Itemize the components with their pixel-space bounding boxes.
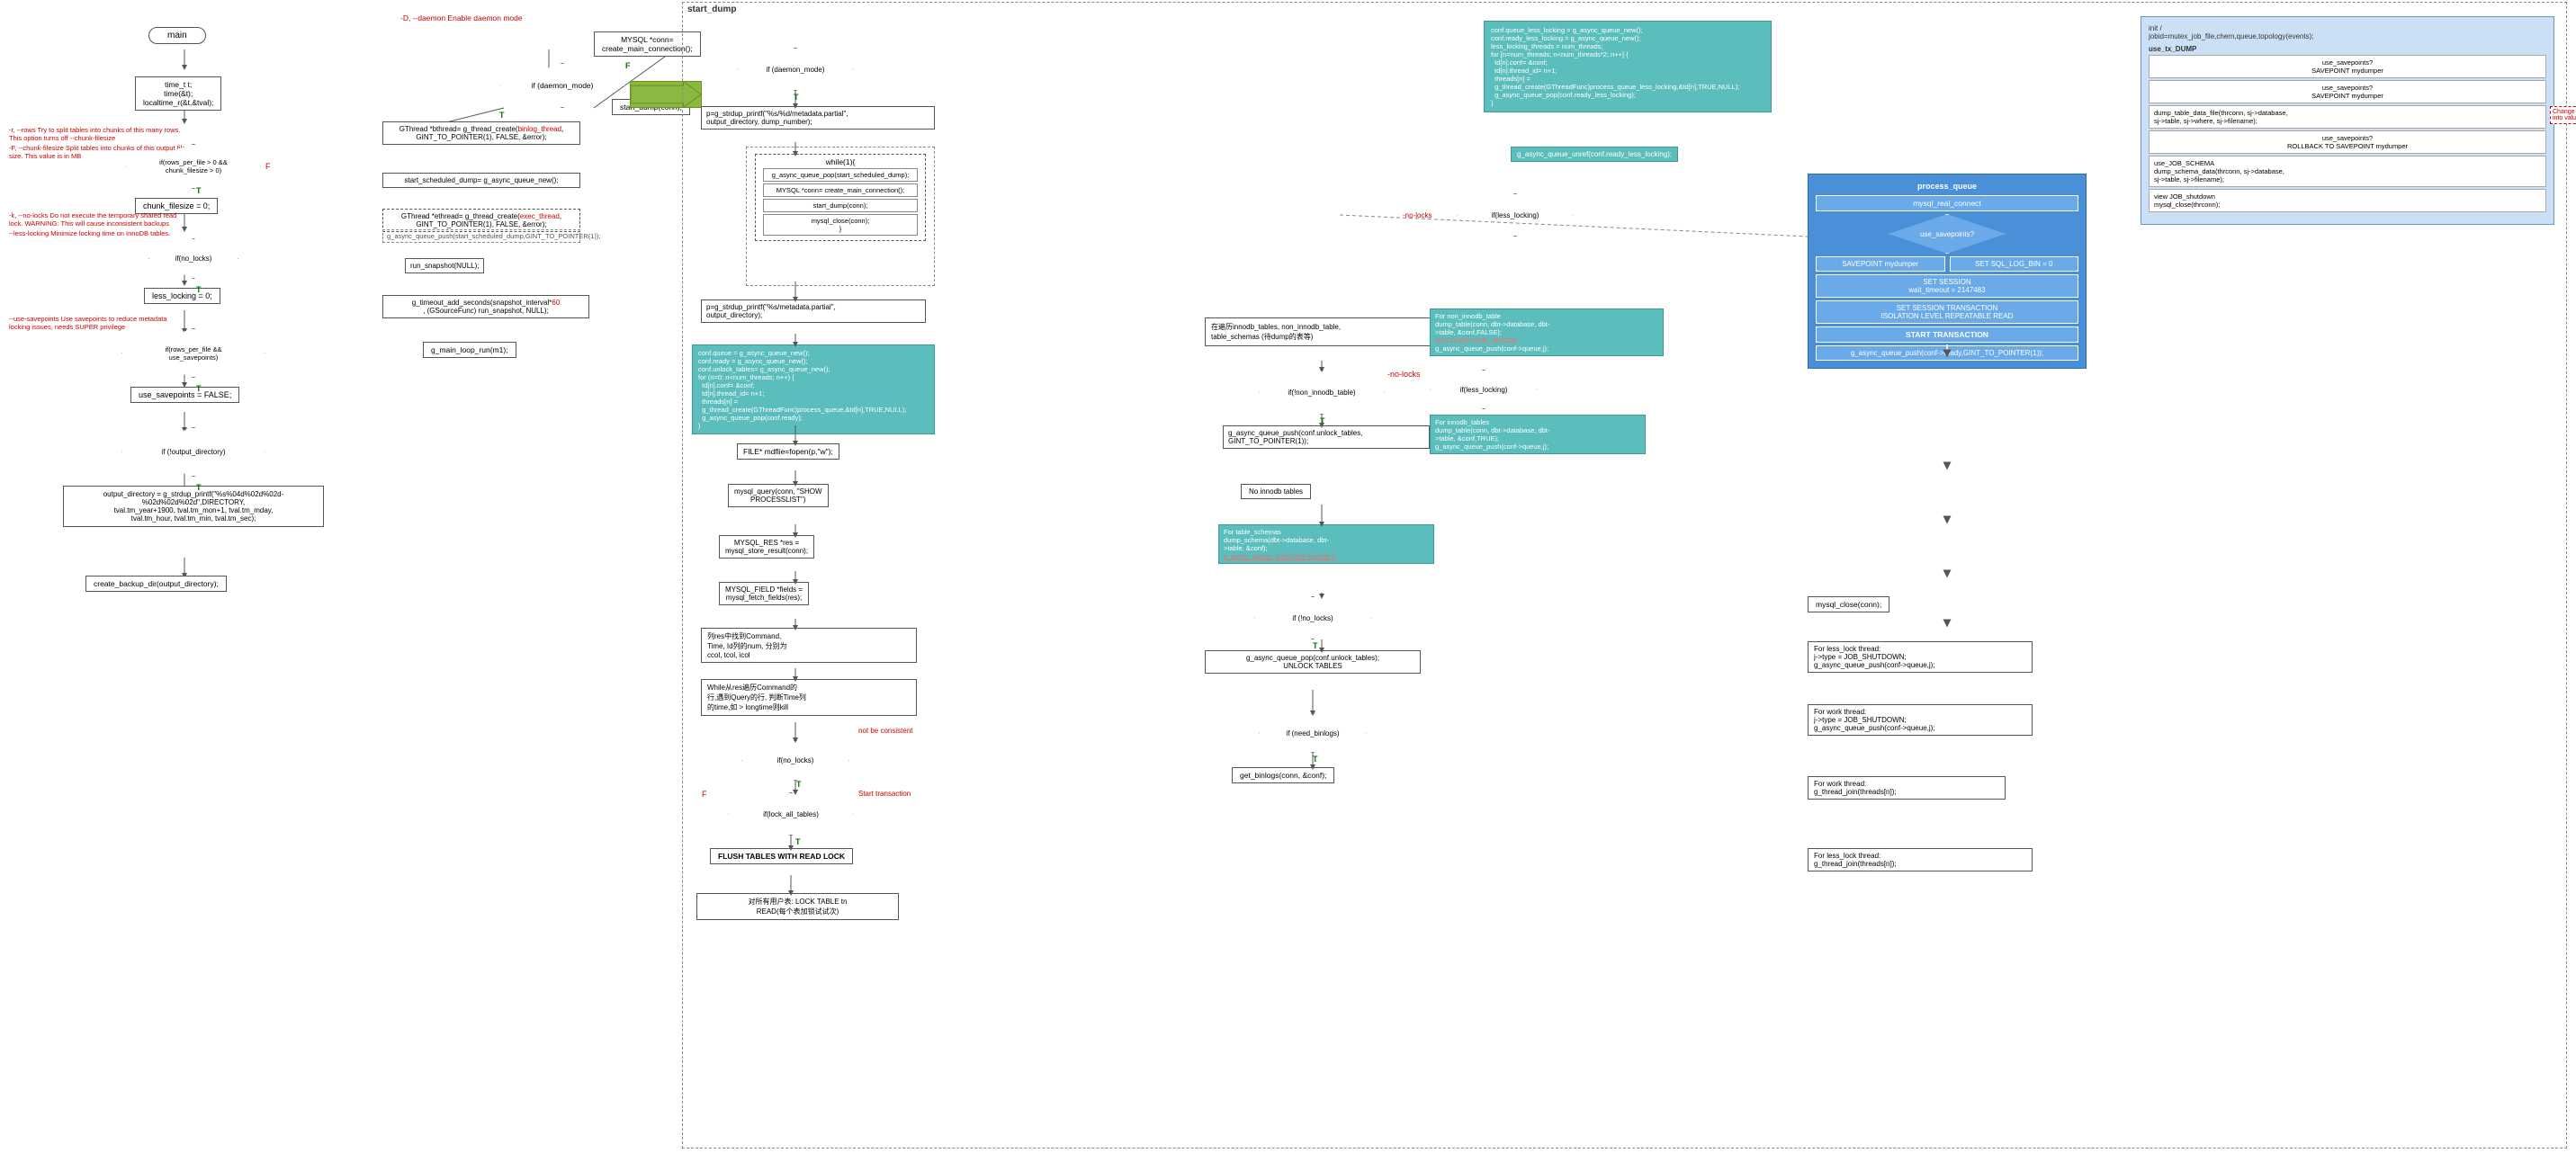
annotation-daemon: -D, --daemon Enable daemon mode bbox=[400, 13, 523, 22]
diamond-less-locking2: if(less_locking) bbox=[1457, 193, 1574, 237]
box-mysql-fields: MYSQL_FIELD *fields =mysql_fetch_fields(… bbox=[719, 582, 809, 605]
diamond-use-savepoints: use_savepoints? bbox=[1889, 214, 2006, 254]
box-panel-savepoints1: use_savepoints?SAVEPOINT mydumper bbox=[2149, 55, 2546, 78]
annotation-no-locks: -k, --no-locks Do not execute the tempor… bbox=[9, 211, 184, 228]
box-mysql-close-right: mysql_close(conn); bbox=[1808, 596, 1889, 612]
box-g-timeout: g_timeout_add_seconds(snapshot_interval*… bbox=[382, 295, 589, 318]
box-use-job-schema: use_JOB_SCHEMA dump_schema_data(thrconn,… bbox=[2149, 156, 2546, 187]
label-start-transaction: Start transaction bbox=[858, 790, 911, 798]
box-while-command: While从res遍历Command的行,遇到Query的行, 判断Time列的… bbox=[701, 679, 917, 716]
label-T-daemon: T bbox=[499, 111, 505, 120]
box-savepoint-mydumper: SAVEPOINT mydumper bbox=[1816, 256, 1945, 272]
box-output-dir-set: output_directory = g_strdup_printf("%s%0… bbox=[63, 486, 324, 527]
diamond-daemon-mode: if (daemon_mode) bbox=[499, 63, 625, 108]
box-while-loop: while(1){ g_async_queue_pop(start_schedu… bbox=[755, 154, 926, 241]
start-dump-label: start_dump bbox=[687, 4, 736, 14]
box-async-push: g_async_queue_push(start_scheduled_dump,… bbox=[382, 229, 580, 243]
label-T-daemon2: T bbox=[794, 93, 799, 102]
label-T-locktables: T bbox=[795, 837, 801, 846]
label-noconsistent: not be consistent bbox=[858, 727, 912, 735]
box-run-snapshot: run_snapshot(NULL); bbox=[405, 258, 484, 273]
box-foreach-innodb: 在遍历innodb_tables, non_innodb_table,table… bbox=[1205, 317, 1439, 346]
box-conf-queue: conf.queue = g_async_queue_new(); conf.r… bbox=[692, 344, 935, 434]
annotation-less-locking: --less-locking Minimize locking time on … bbox=[9, 229, 184, 237]
label-F-non-innodb: -no-locks bbox=[1387, 370, 1421, 379]
label-F-daemon: F bbox=[625, 61, 631, 70]
diamond-no-locks2: if(no_locks) bbox=[741, 740, 849, 781]
box-get-binlogs: get_binlogs(conn, &conf); bbox=[1232, 767, 1334, 783]
label-T-savepoints: T bbox=[196, 384, 202, 393]
box-push-unlock-tables: g_async_queue_push(conf.unlock_tables,GI… bbox=[1223, 425, 1430, 449]
box-g-async-push-ready: g_async_queue_push(conf->ready,GINT_TO_P… bbox=[1816, 345, 2078, 361]
panel-init-label: init / jobid=mutex_job_file,chern,queue,… bbox=[2149, 24, 2546, 40]
box-mdflie: FILE* mdflie=fopen(p,"w"); bbox=[737, 443, 839, 460]
box-use-savepoints-false: use_savepoints = FALSE; bbox=[130, 387, 239, 403]
box-for-innodb: For innodb_tables dump_table(conn, dbt->… bbox=[1430, 415, 1646, 454]
box-while-res: 列res中找到Command,Time, Id列的num, 分别为ccol, t… bbox=[701, 628, 917, 663]
box-panel-savepoints2: use_savepoints?SAVEPOINT mydumper bbox=[2149, 80, 2546, 103]
diamond-no-locks: if(no_locks) bbox=[148, 238, 238, 279]
box-p-strdup-daemon: p=g_strdup_printf("%s/%d/metadata.partia… bbox=[701, 106, 935, 130]
box-show-processlist: mysql_query(conn, "SHOWPROCESSLIST") bbox=[728, 484, 829, 507]
box-unlock-tables: g_async_queue_pop(conf.unlock_tables);UN… bbox=[1205, 650, 1421, 674]
label-F-rows: F bbox=[265, 162, 271, 171]
label-T-binlogs: T bbox=[1313, 755, 1318, 764]
diamond-rows-check: if(rows_per_file > 0 &&chunk_filesize > … bbox=[126, 144, 261, 189]
label-lock-all-F: F bbox=[702, 790, 707, 799]
box-gthread-binlog: GThread *bthread= g_thread_create(binlog… bbox=[382, 121, 580, 145]
diamond-less-locking3: if(less_locking) bbox=[1430, 370, 1538, 409]
diamond-rows-savepoints: if(rows_per_file &&use_savepoints) bbox=[121, 328, 265, 378]
right-section: start_dump if (daemon_mode) T p=g_strdup… bbox=[682, 2, 2567, 1149]
box-g-async-unref: g_async_queue_unref(conf.ready_less_lock… bbox=[1511, 147, 1678, 162]
label-T-no-locks3: T bbox=[1313, 641, 1318, 650]
box-for-work-thread-join: For work thread: g_thread_join(threads[n… bbox=[1808, 776, 2006, 800]
box-start-scheduled: start_scheduled_dump= g_async_queue_new(… bbox=[382, 173, 580, 188]
diagram-container: -r, --rows Try to split tables into chun… bbox=[0, 0, 2576, 1153]
box-lock-table-read: 对所有用户表: LOCK TABLE tnREAD(每个表加锁试试次) bbox=[696, 893, 899, 920]
diamond-lock-all: if(lock_all_tables) bbox=[728, 792, 854, 836]
box-for-table-schemas: For table_schemas dump_schema(dbt->datab… bbox=[1218, 524, 1434, 564]
box-no-innodb: No innodb tables bbox=[1241, 484, 1311, 499]
box-create-backup-dir: create_backup_dir(output_directory); bbox=[85, 576, 227, 592]
label-no-locks2-T: T bbox=[796, 780, 802, 789]
box-less-locking-conf: conf.queue_less_locking = g_async_queue_… bbox=[1484, 21, 1772, 112]
box-set-session-timeout: SET SESSIONwait_timeout = 2147483 bbox=[1816, 274, 2078, 298]
diamond-daemon-mode2: if (daemon_mode) bbox=[737, 48, 854, 91]
box-for-work-thread-shutdown: For work thread: j->type = JOB_SHUTDOWN;… bbox=[1808, 704, 2033, 736]
box-dump-table-data-file: dump_table_data_file(thrconn, sj->databa… bbox=[2149, 105, 2546, 129]
box-start-transaction: START TRANSACTION bbox=[1816, 326, 2078, 343]
box-set-session-tx: SET SESSION TRANSACTIONISOLATION LEVEL R… bbox=[1816, 300, 2078, 324]
box-p-strdup-nodaemon: p=g_strdup_printf("%s/metadata.partial",… bbox=[701, 299, 926, 323]
box-rollback-savepoint: use_savepoints?ROLLBACK TO SAVEPOINT myd… bbox=[2149, 130, 2546, 154]
box-flush-tables: FLUSH TABLES WITH READ LOCK bbox=[710, 848, 853, 864]
diamond-output-dir: if (!output_directory) bbox=[121, 427, 265, 477]
process-queue-panel: process_queue mysql_real_connect use_sav… bbox=[1808, 174, 2087, 369]
box-mysql-res: MYSQL_RES *res =mysql_store_result(conn)… bbox=[719, 535, 814, 559]
label-T-nolocks: T bbox=[196, 285, 202, 294]
box-main: main bbox=[148, 27, 206, 44]
box-for-non-innodb: For non_innodb_table dump_table(conn, db… bbox=[1430, 308, 1664, 356]
box-set-sql-log-bin: SET SQL_LOG_BIN = 0 bbox=[1950, 256, 2079, 272]
box-g-main-loop: g_main_loop_run(m1); bbox=[423, 342, 516, 358]
section-use-tx-dump: use_tx_DUMP use_savepoints?SAVEPOINT myd… bbox=[2149, 45, 2546, 212]
label-T-outputdir: T bbox=[196, 483, 202, 492]
box-time-vars: time_t t;time(&t);localtime_r(&t,&tval); bbox=[135, 76, 221, 111]
label-T-rows: T bbox=[196, 186, 202, 195]
box-for-less-lock-join: For less_lock thread: g_thread_join(thre… bbox=[1808, 848, 2033, 871]
box-for-less-lock-thread: For less_lock thread: j->type = JOB_SHUT… bbox=[1808, 641, 2033, 673]
box-less-locking: less_locking = 0; bbox=[144, 288, 220, 304]
label-T-non-innodb: T bbox=[1320, 416, 1325, 425]
label-no-locks-annot: -no-locks bbox=[1403, 211, 1432, 219]
box-view-job-shutdown: view JOB_shutdown mysql_close(thrconn); bbox=[2149, 189, 2546, 212]
diamond-need-binlogs: if (need_binlogs) bbox=[1259, 713, 1367, 753]
annotation-rows: -r, --rows Try to split tables into chun… bbox=[9, 126, 180, 142]
right-blue-panel: init / jobid=mutex_job_file,chern,queue,… bbox=[2141, 16, 2554, 225]
diamond-non-innodb: if(!non_innodb_table) bbox=[1259, 370, 1385, 415]
box-mysql-real-connect: mysql_real_connect bbox=[1816, 195, 2078, 211]
diamond-no-locks3: if (!no_locks) bbox=[1254, 596, 1371, 639]
